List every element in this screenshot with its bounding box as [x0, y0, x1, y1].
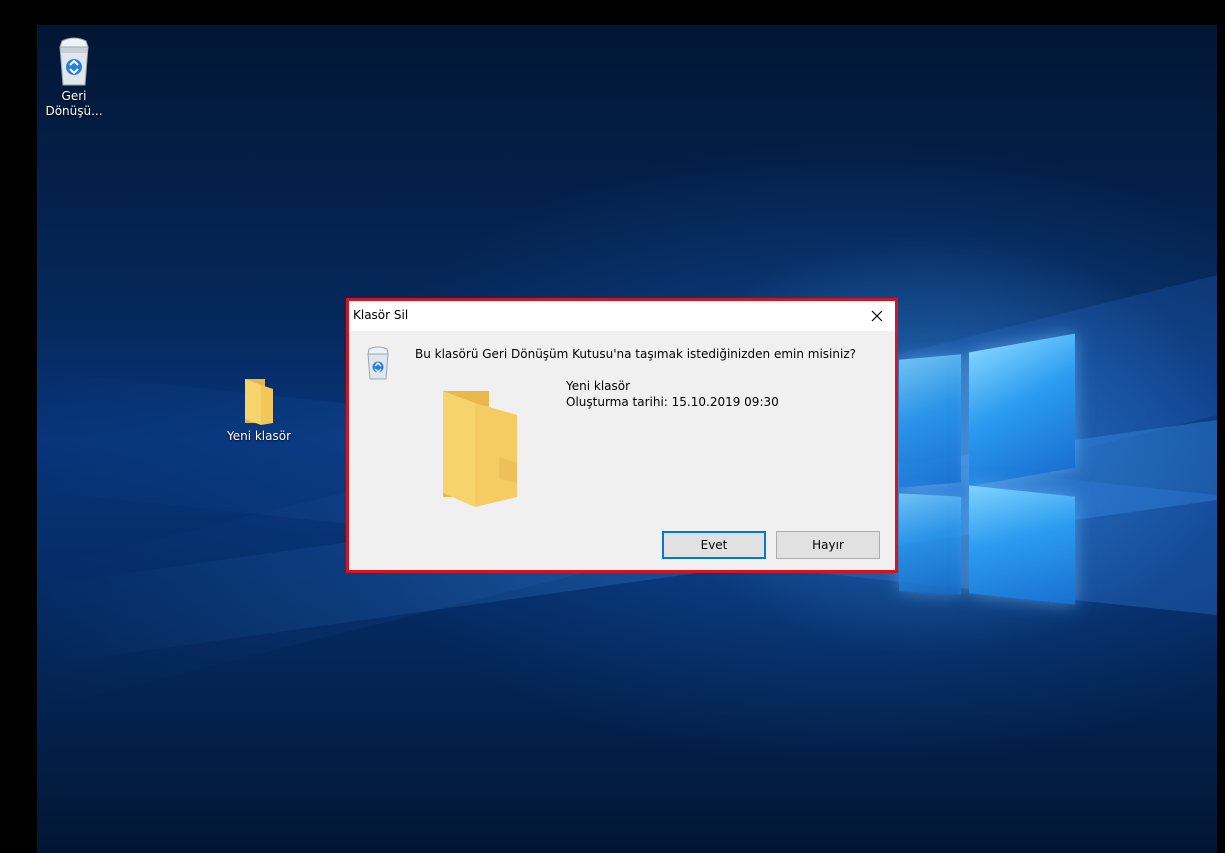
close-button[interactable]	[859, 301, 895, 331]
delete-folder-dialog: Klasör Sil Bu klasörü Geri Dönüşüm Kutus…	[346, 298, 898, 573]
yes-button[interactable]: Evet	[662, 531, 766, 559]
windows-logo-wallpaper	[899, 327, 1075, 619]
dialog-titlebar[interactable]: Klasör Sil	[349, 301, 895, 331]
close-icon	[871, 310, 883, 322]
desktop-icon-recycle-bin[interactable]: Geri Dönüşü...	[37, 35, 114, 119]
logo-pane	[899, 493, 961, 595]
logo-pane	[969, 333, 1075, 487]
dialog-title: Klasör Sil	[353, 308, 409, 322]
logo-pane	[969, 485, 1075, 605]
desktop-icon-label: Yeni klasör	[226, 429, 292, 443]
logo-pane	[899, 354, 961, 488]
recycle-bin-icon	[367, 346, 389, 380]
folder-icon	[245, 379, 273, 425]
dialog-content: Bu klasörü Geri Dönüşüm Kutusu'na taşıma…	[349, 331, 895, 570]
desktop-icon-new-folder[interactable]: Yeni klasör	[219, 375, 299, 444]
confirm-question: Bu klasörü Geri Dönüşüm Kutusu'na taşıma…	[415, 347, 856, 361]
item-name: Yeni klasör	[566, 379, 631, 393]
desktop-icon-label: Geri Dönüşü...	[45, 89, 103, 118]
no-button[interactable]: Hayır	[776, 531, 880, 559]
folder-icon	[443, 391, 517, 507]
item-created-date: Oluşturma tarihi: 15.10.2019 09:30	[566, 395, 779, 409]
recycle-bin-icon	[59, 37, 89, 86]
